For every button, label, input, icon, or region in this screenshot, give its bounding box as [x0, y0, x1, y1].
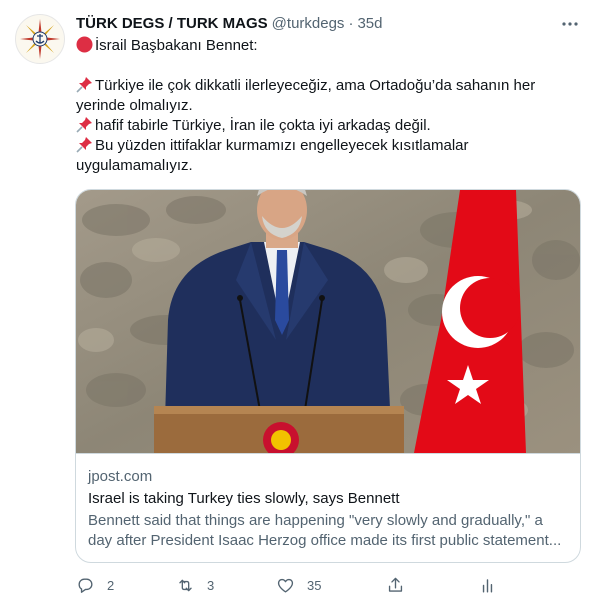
tweet-line-text: Bu yüzden ittifaklar kurmamızı engelleye…	[95, 137, 469, 154]
avatar[interactable]	[15, 14, 65, 64]
tweet-line: Bu yüzden ittifaklar kurmamızı engelleye…	[76, 136, 576, 156]
card-description-line: Bennett said that things are happening "…	[88, 512, 543, 529]
tweet-line-text: uygulamamalıyız.	[76, 157, 193, 174]
tweet-line-text: yerinde olmalıyız.	[76, 97, 193, 114]
tweet-line-text: hafif tabirle Türkiye, İran ile çokta iy…	[95, 117, 431, 134]
heart-icon	[277, 578, 294, 593]
pushpin-icon	[76, 137, 92, 153]
tweet-timestamp[interactable]: 35d	[357, 14, 382, 34]
card-description-line: day after President Isaac Herzog office …	[88, 532, 562, 549]
tweet-line: yerinde olmalıyız.	[76, 96, 576, 116]
reply-icon	[78, 577, 93, 593]
card-domain: jpost.com	[88, 468, 153, 485]
tweet-line-text: Türkiye ile çok dikkatli ilerleyeceğiz, …	[95, 77, 536, 94]
retweet-button[interactable]: 3	[176, 574, 214, 596]
tweet-actions: 2 3 35	[76, 574, 576, 596]
retweet-count: 3	[207, 577, 215, 593]
card-title: Israel is taking Turkey ties slowly, say…	[88, 490, 400, 507]
podium	[154, 406, 404, 453]
retweet-icon	[179, 579, 192, 591]
pushpin-icon	[76, 77, 92, 93]
analytics-icon	[482, 578, 493, 593]
red-circle-icon	[76, 36, 93, 53]
compass-rose-logo-icon	[17, 16, 63, 62]
author-handle[interactable]: @turkdegs	[272, 14, 345, 34]
card-description: Bennett said that things are happening "…	[88, 511, 570, 551]
tweet-line: İsrail Başbakanı Bennet:	[76, 36, 576, 56]
like-count: 35	[307, 577, 322, 593]
share-button[interactable]	[386, 574, 405, 596]
separator-dot: ·	[348, 15, 354, 32]
author-name[interactable]: TÜRK DEGS / TURK MAGS	[76, 14, 268, 34]
tweet-line: hafif tabirle Türkiye, İran ile çokta iy…	[76, 116, 576, 136]
tweet-header: TÜRK DEGS / TURK MAGS @turkdegs · 35d	[76, 14, 581, 34]
reply-button[interactable]: 2	[76, 574, 114, 596]
more-options-icon[interactable]	[559, 14, 581, 34]
link-preview-card[interactable]: jpost.com Israel is taking Turkey ties s…	[75, 189, 581, 563]
analytics-button[interactable]	[478, 574, 497, 596]
tweet-line: uygulamamalıyız.	[76, 156, 576, 176]
card-text: jpost.com Israel is taking Turkey ties s…	[76, 453, 580, 549]
tweet-line: Türkiye ile çok dikkatli ilerleyeceğiz, …	[76, 76, 576, 96]
pushpin-icon	[76, 117, 92, 133]
tweet-line-text: İsrail Başbakanı Bennet:	[95, 37, 258, 54]
article-photo	[76, 190, 580, 453]
tweet-text: İsrail Başbakanı Bennet: Türkiye ile çok…	[76, 36, 576, 176]
reply-count: 2	[107, 577, 115, 593]
share-icon	[388, 577, 403, 592]
like-button[interactable]: 35	[276, 574, 321, 596]
